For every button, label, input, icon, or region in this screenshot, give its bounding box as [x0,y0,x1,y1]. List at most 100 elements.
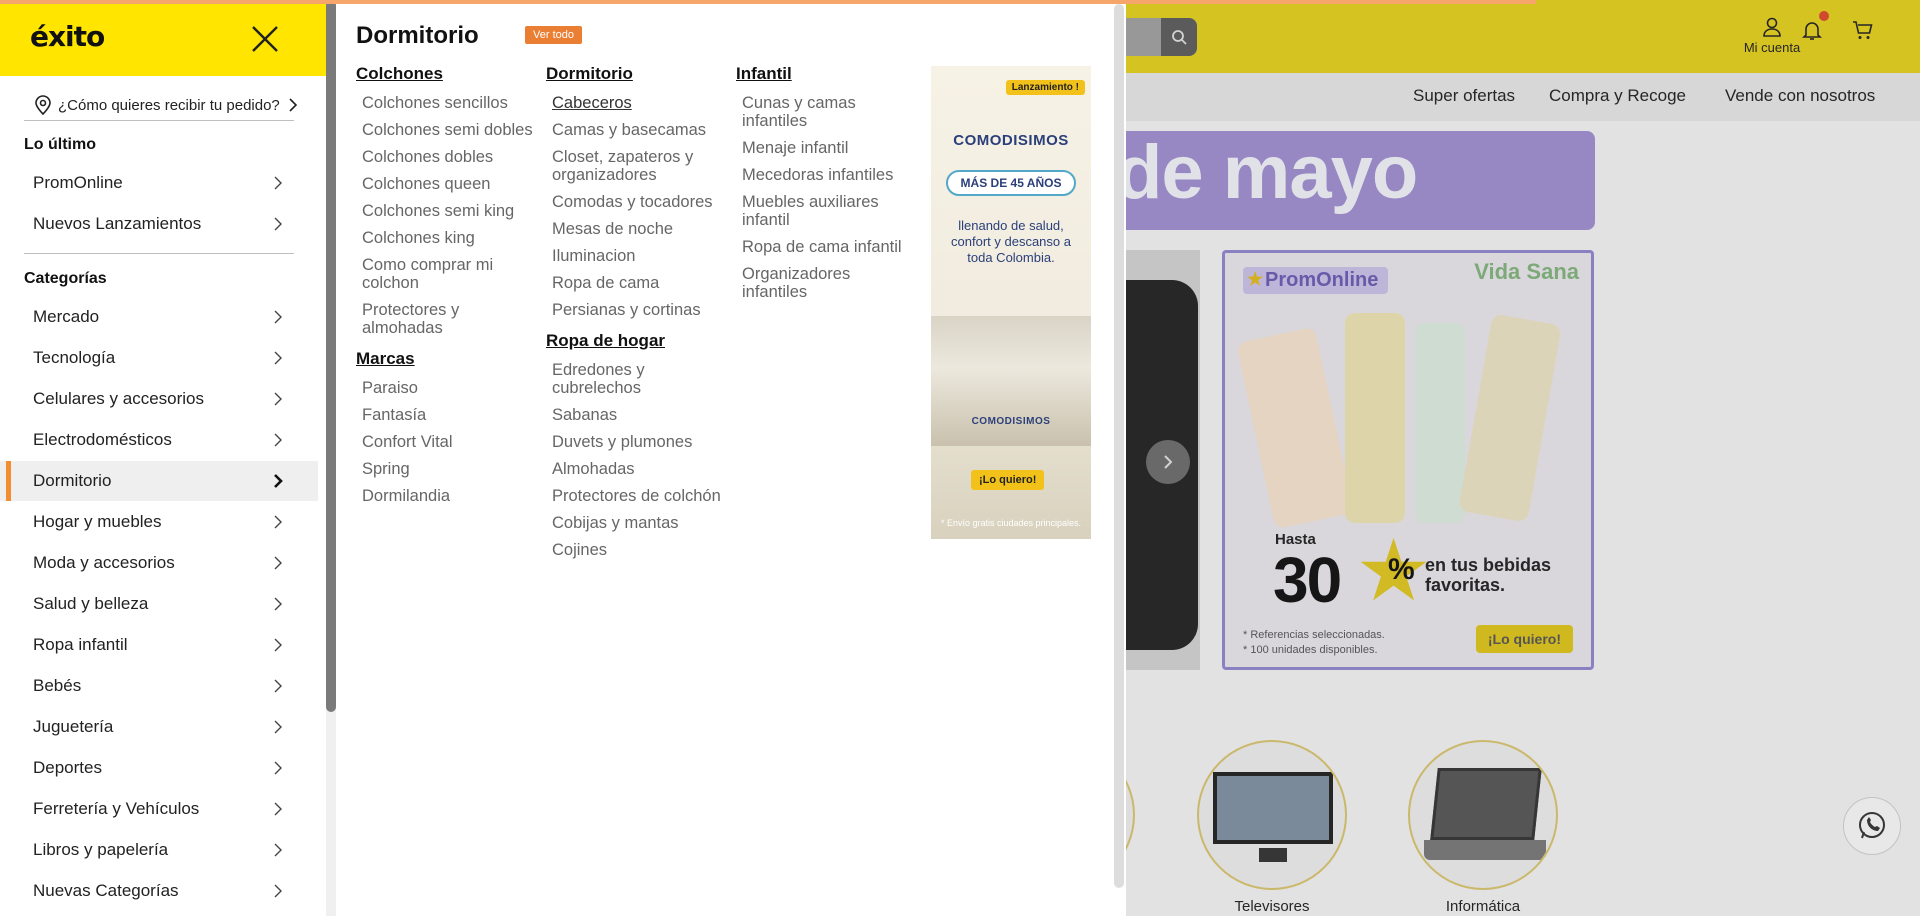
chevron-right-icon [274,761,282,775]
sidebar-item-mercado[interactable]: Mercado [0,297,318,337]
delivery-method-selector[interactable]: ¿Cómo quieres recibir tu pedido? [34,88,300,122]
chevron-right-icon [274,176,282,190]
submenu-link-protectores-de-colchon[interactable]: Protectores de colchón [552,487,726,505]
section-heading-latest: Lo último [24,136,96,153]
submenu-link-camas-y-basecamas[interactable]: Camas y basecamas [552,121,726,139]
sidebar-item-tecnologia[interactable]: Tecnología [0,338,318,378]
chevron-right-icon [274,884,282,898]
submenu-link-mesas-de-noche[interactable]: Mesas de noche [552,220,726,238]
sidebar-item-salud-y-belleza[interactable]: Salud y belleza [0,584,318,624]
sidebar-item-jugueteria[interactable]: Juguetería [0,707,318,747]
submenu-link-dormilandia[interactable]: Dormilandia [362,487,536,505]
loading-bar [0,0,1536,4]
divider [24,253,294,254]
sidebar-item-nuevas-categorias[interactable]: Nuevas Categorías [0,871,318,911]
panel-title: Dormitorio [356,22,479,49]
submenu-link-comodas-y-tocadores[interactable]: Comodas y tocadores [552,193,726,211]
submenu-link-edredones-y-cubrelechos[interactable]: Edredones y cubrelechos [552,361,726,397]
sidebar-item-label: Hogar y muebles [33,512,162,531]
chevron-right-icon [274,474,283,488]
ad-brand-logo-small: COMODISIMOS [971,416,1051,427]
submenu-link-menaje-infantil[interactable]: Menaje infantil [742,139,916,157]
chevron-right-icon [274,310,282,324]
submenu-link-cojines[interactable]: Cojines [552,541,726,559]
group-heading-colchones[interactable]: Colchones [356,64,536,84]
submenu-panel: Dormitorio Ver todo Colchones Colchones s… [336,4,1126,916]
submenu-link-cobijas-y-mantas[interactable]: Cobijas y mantas [552,514,726,532]
sidebar-item-bebes[interactable]: Bebés [0,666,318,706]
chevron-right-icon [274,217,282,231]
page-dim-overlay [1100,0,1920,916]
chevron-right-icon [274,802,282,816]
panel-scrollbar[interactable] [1114,4,1124,888]
sidebar-item-moda-y-accesorios[interactable]: Moda y accesorios [0,543,318,583]
submenu-link-iluminacion[interactable]: Iluminacion [552,247,726,265]
submenu-link-duvets-y-plumones[interactable]: Duvets y plumones [552,433,726,451]
sidebar-scrollbar-thumb[interactable] [326,0,336,712]
submenu-link-protectores-y-almohadas[interactable]: Protectores y almohadas [362,301,536,337]
submenu-link-cabeceros[interactable]: Cabeceros [552,94,726,112]
group-heading-ropa-de-hogar[interactable]: Ropa de hogar [546,331,726,351]
comodisimos-ad[interactable]: Lanzamiento ! COMODISIMOS MÁS DE 45 AÑOS… [931,66,1091,539]
submenu-link-como-comprar-mi-colchon[interactable]: Como comprar mi colchon [362,256,536,292]
submenu-link-colchones-semi-king[interactable]: Colchones semi king [362,202,536,220]
sidebar-item-ropa-infantil[interactable]: Ropa infantil [0,625,318,665]
sidebar-item-label: Nuevos Lanzamientos [33,214,202,233]
submenu-link-closet-zapateros-y-organizadores[interactable]: Closet, zapateros y organizadores [552,148,726,184]
submenu-link-spring[interactable]: Spring [362,460,536,478]
submenu-column-1: Colchones Colchones sencillos Colchones se… [356,64,536,514]
submenu-link-colchones-king[interactable]: Colchones king [362,229,536,247]
submenu-link-colchones-semi-dobles[interactable]: Colchones semi dobles [362,121,536,139]
submenu-link-muebles-auxiliares-infantil[interactable]: Muebles auxiliares infantil [742,193,916,229]
group-heading-infantil[interactable]: Infantil [736,64,916,84]
submenu-link-persianas-y-cortinas[interactable]: Persianas y cortinas [552,301,726,319]
ad-brand-logo: COMODISIMOS [953,132,1069,149]
ver-todo-button[interactable]: Ver todo [525,26,582,44]
sidebar-item-nuevos-lanzamientos[interactable]: Nuevos Lanzamientos [0,204,318,244]
chevron-right-icon [274,515,282,529]
submenu-link-ropa-de-cama-infantil[interactable]: Ropa de cama infantil [742,238,916,256]
ad-cta-button[interactable]: ¡Lo quiero! [971,470,1045,490]
chevron-right-icon [274,433,282,447]
chevron-right-icon [274,351,282,365]
sidebar-scrollbar[interactable] [326,0,336,916]
sidebar-item-label: Tecnología [33,348,116,367]
sidebar-item-dormitorio[interactable]: Dormitorio [0,461,318,501]
sidebar-item-label: Celulares y accesorios [33,389,205,408]
sidebar-item-label: Deportes [33,758,102,777]
submenu-link-ropa-de-cama[interactable]: Ropa de cama [552,274,726,292]
group-heading-marcas[interactable]: Marcas [356,349,536,369]
sidebar-item-hogar-y-muebles[interactable]: Hogar y muebles [0,502,318,542]
sidebar-item-promonline[interactable]: PromOnline [0,163,318,203]
sidebar-item-label: Moda y accesorios [33,553,175,572]
sidebar-item-deportes[interactable]: Deportes [0,748,318,788]
group-heading-dormitorio[interactable]: Dormitorio [546,64,726,84]
submenu-link-colchones-dobles[interactable]: Colchones dobles [362,148,536,166]
sidebar-item-label: Electrodomésticos [33,430,172,449]
exito-logo[interactable]: éxito [30,20,105,53]
submenu-link-fantasia[interactable]: Fantasía [362,406,536,424]
section-heading-categories: Categorías [24,270,107,287]
submenu-link-paraiso[interactable]: Paraiso [362,379,536,397]
submenu-link-colchones-queen[interactable]: Colchones queen [362,175,536,193]
location-pin-icon [35,95,51,115]
sidebar-item-libros-y-papeleria[interactable]: Libros y papelería [0,830,318,870]
close-icon[interactable] [250,24,280,54]
submenu-link-cunas-y-camas-infantiles[interactable]: Cunas y camas infantiles [742,94,916,130]
sidebar-item-electrodomesticos[interactable]: Electrodomésticos [0,420,318,460]
sidebar-item-ferreteria-y-vehiculos[interactable]: Ferretería y Vehículos [0,789,318,829]
submenu-link-sabanas[interactable]: Sabanas [552,406,726,424]
category-sidebar: éxito ¿Cómo quieres recibir tu pedido? L… [0,0,326,916]
chevron-right-icon [274,392,282,406]
submenu-link-confort-vital[interactable]: Confort Vital [362,433,536,451]
chevron-right-icon [274,638,282,652]
sidebar-item-label: Ferretería y Vehículos [33,799,200,818]
ad-badge: Lanzamiento ! [1005,80,1085,95]
submenu-link-colchones-sencillos[interactable]: Colchones sencillos [362,94,536,112]
submenu-link-organizadores-infantiles[interactable]: Organizadores infantiles [742,265,916,301]
submenu-link-almohadas[interactable]: Almohadas [552,460,726,478]
submenu-link-mecedoras-infantiles[interactable]: Mecedoras infantiles [742,166,916,184]
sidebar-item-label: Ropa infantil [33,635,128,654]
delivery-prompt: ¿Cómo quieres recibir tu pedido? [58,96,280,114]
sidebar-item-celulares-y-accesorios[interactable]: Celulares y accesorios [0,379,318,419]
